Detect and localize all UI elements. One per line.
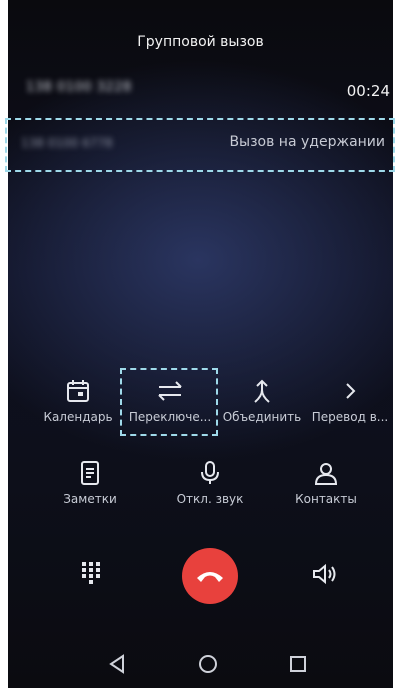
notes-button[interactable]: Заметки xyxy=(42,460,138,506)
merge-calls-button[interactable]: Объединить xyxy=(214,378,310,424)
calendar-button[interactable]: Календарь xyxy=(30,378,126,424)
speaker-icon[interactable] xyxy=(312,563,338,585)
call-screen: Групповой вызов 138 0100 3228 00:24 Кале… xyxy=(8,0,393,688)
held-call-status: Вызов на удержании xyxy=(229,134,385,150)
held-call-number: 138 0100 6778 xyxy=(21,136,113,150)
switch-call-highlight xyxy=(120,368,218,436)
merge-icon xyxy=(254,379,270,403)
contacts-icon xyxy=(314,463,338,485)
notes-label: Заметки xyxy=(63,492,117,506)
transfer-call-button[interactable]: Перевод в... xyxy=(302,378,393,424)
microphone-icon xyxy=(201,461,219,484)
transfer-call-label: Перевод в... xyxy=(311,410,389,424)
call-timer: 00:24 xyxy=(346,82,390,100)
calendar-label: Календарь xyxy=(43,410,113,424)
mute-button[interactable]: Откл. звук xyxy=(162,460,258,506)
held-call-row[interactable]: 138 0100 6778 Вызов на удержании xyxy=(5,118,395,172)
back-icon[interactable] xyxy=(108,654,128,674)
call-title: Групповой вызов xyxy=(137,34,264,50)
calendar-icon xyxy=(67,380,89,402)
contacts-button[interactable]: Контакты xyxy=(278,460,374,506)
navigation-bar xyxy=(8,640,393,688)
home-icon[interactable] xyxy=(198,654,218,674)
chevron-right-icon xyxy=(346,383,356,399)
contacts-label: Контакты xyxy=(295,492,357,506)
active-call-row: 138 0100 3228 00:24 xyxy=(26,80,390,102)
active-call-number: 138 0100 3228 xyxy=(26,80,132,95)
end-call-icon xyxy=(197,572,223,582)
merge-calls-label: Объединить xyxy=(222,410,302,424)
recents-icon[interactable] xyxy=(288,654,308,674)
dialpad-icon[interactable] xyxy=(80,560,102,586)
notes-icon xyxy=(81,461,99,485)
end-call-button[interactable] xyxy=(182,548,238,604)
mute-label: Откл. звук xyxy=(176,492,244,506)
